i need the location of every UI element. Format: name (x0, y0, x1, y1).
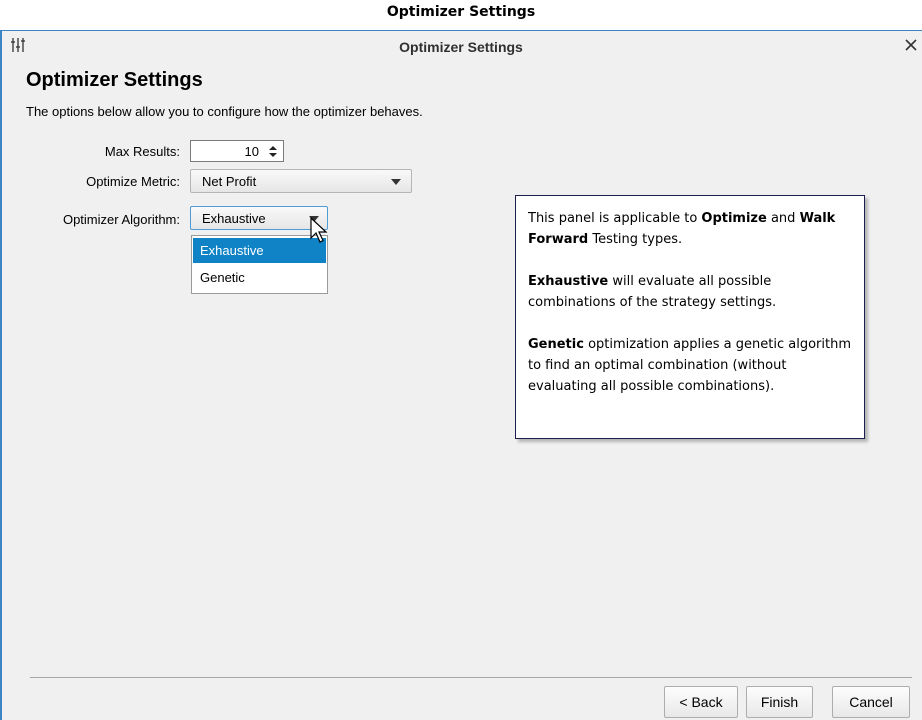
info-bold-exhaustive: Exhaustive (528, 274, 609, 289)
optimizer-algorithm-select[interactable]: Exhaustive (190, 206, 328, 230)
max-results-label: Max Results: (104, 144, 180, 159)
optimize-metric-label: Optimize Metric: (86, 174, 180, 189)
info-paragraph-3: Genetic optimization applies a genetic a… (528, 334, 854, 397)
caption-title: Optimizer Settings (386, 4, 536, 20)
chevron-down-icon (391, 179, 401, 185)
window-border (0, 31, 2, 720)
mouse-cursor-icon (310, 217, 328, 243)
close-icon[interactable] (904, 38, 918, 52)
page-title: Optimizer Settings (26, 69, 203, 91)
dialog-window: Optimizer Settings Optimizer Settings Th… (0, 30, 922, 720)
title-bar: Optimizer Settings (0, 31, 922, 63)
info-paragraph-2: Exhaustive will evaluate all possible co… (528, 271, 854, 313)
optimizer-algorithm-label: Optimizer Algorithm: (62, 212, 180, 227)
info-bold-optimize: Optimize (701, 211, 767, 226)
info-bold-genetic: Genetic (528, 337, 584, 352)
window-title: Optimizer Settings (399, 39, 523, 55)
optimize-metric-select[interactable]: Net Profit (190, 169, 412, 193)
max-results-spinner[interactable]: 10 (190, 140, 284, 162)
algorithm-option-genetic[interactable]: Genetic (193, 265, 326, 290)
info-text: and (766, 211, 800, 226)
algorithm-dropdown-list: Exhaustive Genetic (191, 235, 328, 294)
info-panel: This panel is applicable to Optimize and… (515, 195, 865, 439)
page-description: The options below allow you to configure… (26, 104, 423, 119)
max-results-value: 10 (244, 144, 259, 159)
info-paragraph-1: This panel is applicable to Optimize and… (528, 208, 854, 250)
algorithm-option-exhaustive[interactable]: Exhaustive (193, 238, 326, 263)
footer-divider (30, 677, 912, 678)
cancel-button[interactable]: Cancel (832, 686, 910, 718)
back-button[interactable]: < Back (664, 686, 738, 718)
optimizer-algorithm-value: Exhaustive (202, 211, 266, 226)
info-text: Testing types. (588, 232, 683, 247)
info-text: This panel is applicable to (528, 211, 702, 226)
optimize-metric-value: Net Profit (202, 174, 257, 189)
finish-button[interactable]: Finish (746, 686, 813, 718)
spinner-arrows-icon[interactable] (268, 145, 278, 158)
